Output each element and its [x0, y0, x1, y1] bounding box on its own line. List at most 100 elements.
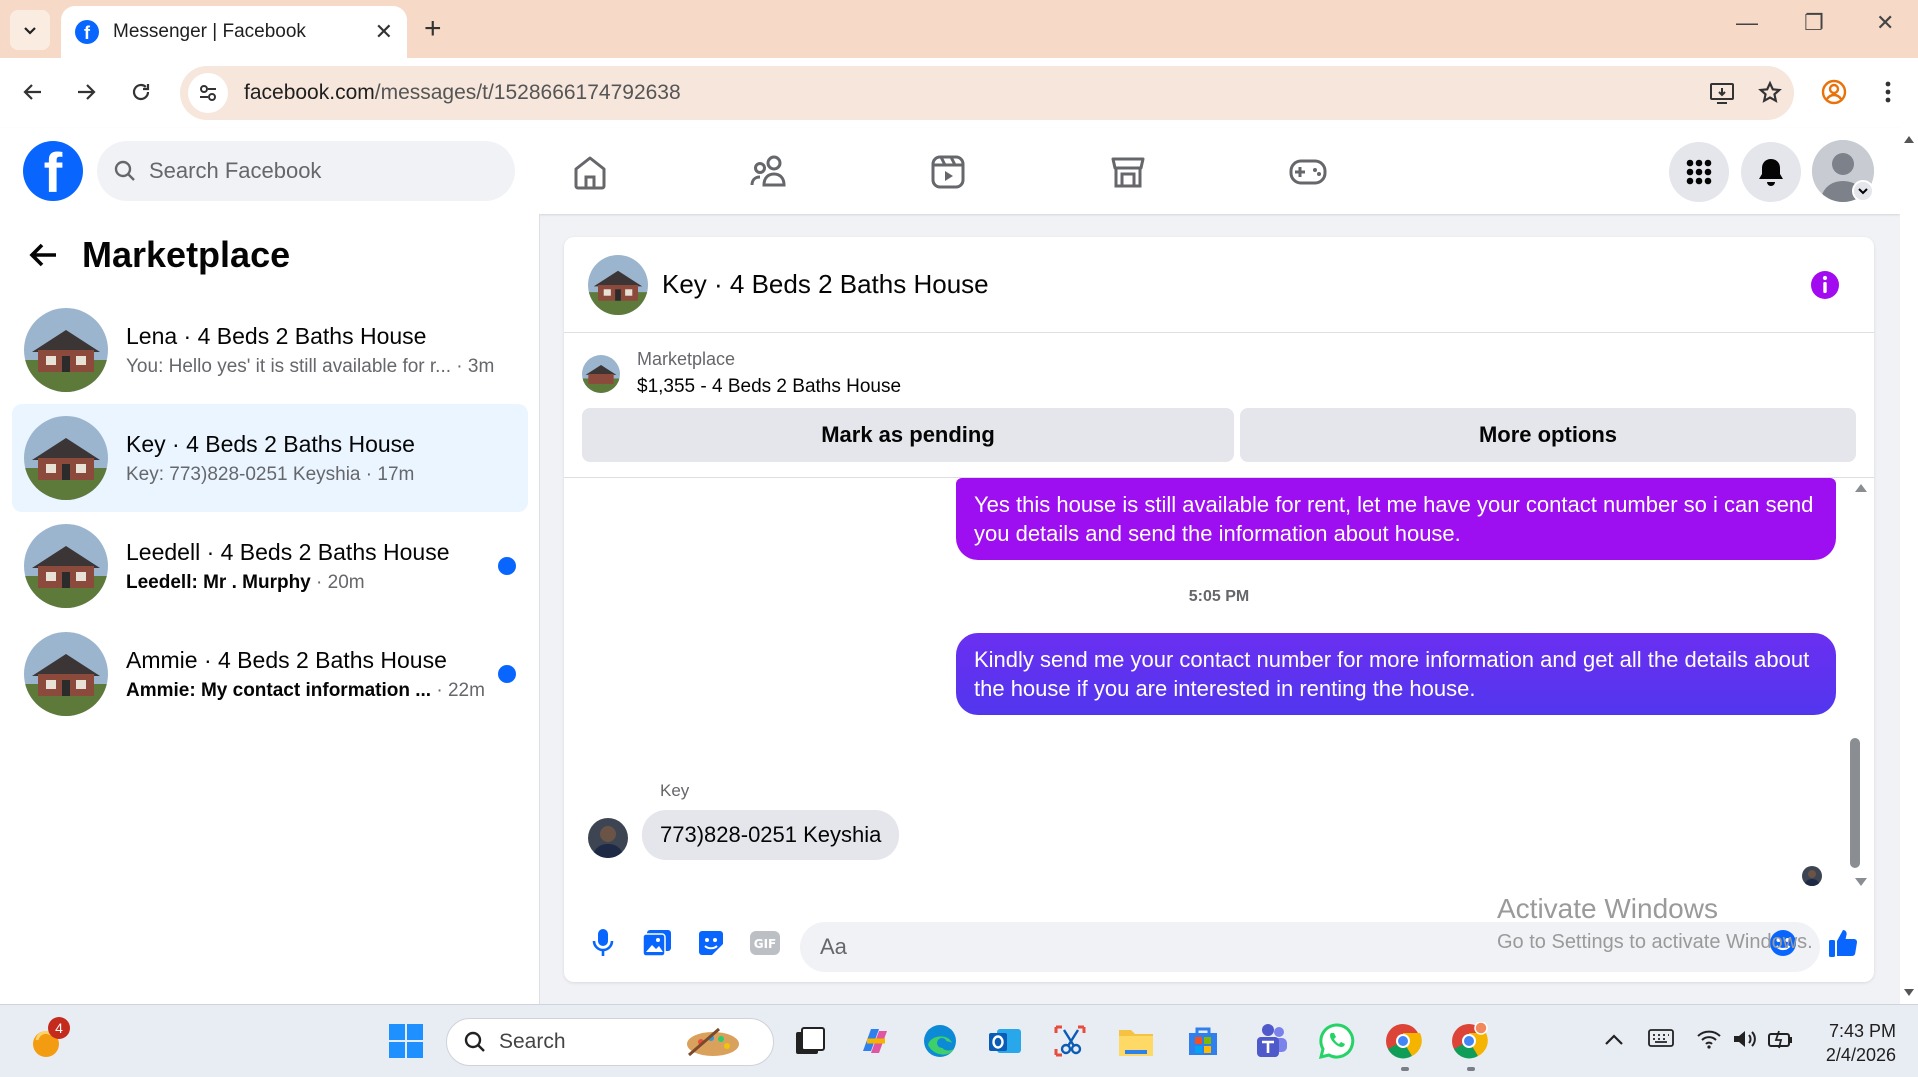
notifications-button[interactable]: [1741, 142, 1801, 202]
windows-start-icon[interactable]: [386, 1021, 426, 1061]
taskbar-search[interactable]: [446, 1018, 774, 1066]
emoji-icon[interactable]: [1766, 926, 1800, 960]
home-icon[interactable]: [562, 144, 618, 200]
mark-as-pending-button[interactable]: Mark as pending: [582, 408, 1234, 462]
facebook-header: f: [0, 128, 1900, 214]
browser-tab-bar: f Messenger | Facebook ✕ + — ❐ ✕: [0, 0, 1918, 58]
file-explorer-icon[interactable]: [1116, 1021, 1156, 1061]
outgoing-message[interactable]: Kindly send me your contact number for m…: [956, 633, 1836, 715]
sticker-icon[interactable]: [694, 926, 728, 960]
new-tab-button[interactable]: +: [424, 12, 442, 46]
reload-icon[interactable]: [123, 74, 159, 110]
conversation-item-leedell[interactable]: Leedell · 4 Beds 2 Baths House Leedell: …: [12, 512, 528, 620]
copilot-icon[interactable]: [855, 1021, 895, 1061]
paint-palette-icon: [687, 1027, 739, 1057]
tab-close-icon[interactable]: ✕: [375, 19, 393, 45]
whatsapp-icon[interactable]: [1317, 1021, 1357, 1061]
minimize-icon[interactable]: —: [1736, 10, 1758, 36]
chrome-profile-icon[interactable]: [1449, 1021, 1489, 1061]
facebook-logo-icon[interactable]: f: [23, 141, 83, 201]
wifi-icon[interactable]: [1696, 1029, 1722, 1055]
search-icon: [114, 160, 135, 181]
marketplace-listing-row[interactable]: Marketplace $1,355 - 4 Beds 2 Baths Hous…: [582, 349, 901, 398]
site-info-icon[interactable]: [188, 73, 228, 113]
menu-kebab-icon[interactable]: [1870, 74, 1906, 110]
back-icon[interactable]: [15, 74, 51, 110]
microsoft-store-icon[interactable]: [1183, 1021, 1223, 1061]
message-scrollbar[interactable]: [1850, 478, 1868, 902]
profile-icon[interactable]: [1816, 74, 1852, 110]
unread-indicator: [498, 665, 516, 683]
conversation-preview: Key: 773)828-0251 Keyshia · 17m: [126, 463, 415, 485]
browser-tab-messenger[interactable]: f Messenger | Facebook ✕: [61, 6, 407, 58]
conversation-preview: Leedell: Mr . Murphy · 20m: [126, 571, 365, 593]
incoming-message[interactable]: 773)828-0251 Keyshia: [642, 810, 900, 860]
battery-icon[interactable]: [1768, 1029, 1794, 1055]
chat-house-thumbnail[interactable]: [588, 254, 648, 315]
address-bar[interactable]: facebook.com/messages/t/1528666174792638: [180, 66, 1794, 120]
snipping-tool-icon[interactable]: [1050, 1021, 1090, 1061]
sender-avatar[interactable]: [588, 818, 628, 858]
conversation-preview: You: Hello yes' it is still available fo…: [126, 355, 495, 377]
grid-menu-icon: [1686, 159, 1712, 185]
bookmark-star-icon[interactable]: [1746, 80, 1794, 106]
task-view-icon[interactable]: [790, 1021, 830, 1061]
chat-title[interactable]: Key · 4 Beds 2 Baths House: [662, 269, 989, 300]
page-scrollbar[interactable]: [1900, 128, 1918, 1004]
marketplace-conversations-panel: Marketplace Lena · 4 Beds 2 Baths House …: [0, 214, 540, 1004]
more-options-button[interactable]: More options: [1240, 408, 1856, 462]
marketplace-icon[interactable]: [1100, 144, 1156, 200]
restore-icon[interactable]: ❐: [1804, 10, 1824, 36]
house-thumbnail: [24, 632, 108, 716]
conversation-item-key[interactable]: Key · 4 Beds 2 Baths House Key: 773)828-…: [12, 404, 528, 512]
page-scroll-up-icon[interactable]: [1903, 134, 1915, 144]
facebook-favicon-icon: f: [75, 20, 99, 44]
back-arrow-icon[interactable]: [28, 241, 58, 269]
url-text[interactable]: facebook.com/messages/t/1528666174792638: [244, 81, 1698, 105]
video-icon[interactable]: [920, 144, 976, 200]
taskbar-clock[interactable]: 7:43 PM 2/4/2026: [1808, 1019, 1896, 1067]
photo-attach-icon[interactable]: [640, 926, 674, 960]
running-indicator: [1467, 1067, 1475, 1071]
marketplace-label: Marketplace: [637, 349, 736, 369]
page-scroll-down-icon[interactable]: [1903, 988, 1915, 998]
outlook-icon[interactable]: [985, 1021, 1025, 1061]
conversation-item-ammie[interactable]: Ammie · 4 Beds 2 Baths House Ammie: My c…: [12, 620, 528, 728]
panel-header: Marketplace: [28, 234, 290, 276]
teams-icon[interactable]: [1250, 1021, 1290, 1061]
tab-search-button[interactable]: [10, 10, 50, 50]
gif-icon[interactable]: GIF: [748, 926, 782, 960]
facebook-search-input[interactable]: [149, 158, 469, 184]
edge-browser-icon[interactable]: [920, 1021, 960, 1061]
windows-taskbar: 4 Search 7:43 PM 2/4/2026: [0, 1004, 1918, 1077]
gaming-icon[interactable]: [1280, 144, 1336, 200]
taskbar-search-input[interactable]: [499, 1030, 679, 1054]
thumbs-up-icon[interactable]: [1826, 926, 1860, 960]
microphone-icon[interactable]: [586, 926, 620, 960]
menu-grid-button[interactable]: [1669, 142, 1729, 202]
scroll-up-icon[interactable]: [1854, 482, 1868, 494]
info-icon[interactable]: [1810, 270, 1840, 305]
scrollbar-thumb[interactable]: [1850, 738, 1860, 868]
show-hidden-icons-icon[interactable]: [1604, 1029, 1624, 1052]
window-close-icon[interactable]: ✕: [1876, 10, 1894, 36]
friends-icon[interactable]: [741, 144, 797, 200]
keyboard-icon[interactable]: [1648, 1029, 1674, 1053]
facebook-search[interactable]: [97, 141, 515, 201]
chat-window: Key · 4 Beds 2 Baths House Marketplace $…: [564, 237, 1874, 982]
message-list[interactable]: Yes this house is still available for re…: [564, 478, 1874, 902]
message-input[interactable]: [800, 922, 1820, 972]
volume-icon[interactable]: [1732, 1029, 1758, 1055]
conversation-preview: Ammie: My contact information ... · 22m: [126, 679, 485, 701]
install-app-icon[interactable]: [1698, 81, 1746, 105]
chrome-icon[interactable]: [1383, 1021, 1423, 1061]
outgoing-message[interactable]: Yes this house is still available for re…: [956, 478, 1836, 560]
forward-icon[interactable]: [68, 74, 104, 110]
conversation-name: Ammie · 4 Beds 2 Baths House: [126, 646, 447, 673]
account-chevron-icon[interactable]: [1852, 180, 1874, 202]
house-thumbnail: [24, 308, 108, 392]
chat-header: Key · 4 Beds 2 Baths House: [564, 237, 1874, 333]
listing-thumbnail: [582, 354, 620, 393]
conversation-item-lena[interactable]: Lena · 4 Beds 2 Baths House You: Hello y…: [12, 296, 528, 404]
scroll-down-icon[interactable]: [1854, 876, 1868, 888]
